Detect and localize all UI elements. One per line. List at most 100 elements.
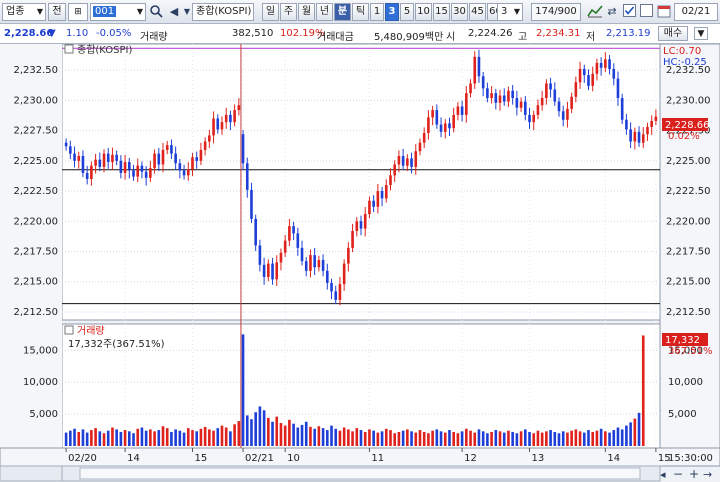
price-info-bar: 2,228.66 ▼ 1.10 -0.05% 거래량 382,510 102.1…: [0, 24, 720, 44]
candle-body: [229, 114, 232, 123]
period-tab[interactable]: 분: [334, 3, 351, 21]
y-tick-label: 2,212.50: [666, 307, 711, 318]
candle-body: [599, 62, 603, 68]
candle-body: [347, 247, 350, 264]
period-tab[interactable]: 일: [262, 3, 279, 21]
period-tab[interactable]: 틱: [352, 3, 369, 21]
scroll-left-icon[interactable]: ◂: [660, 468, 666, 481]
volume-bar: [212, 430, 215, 446]
candle-body: [654, 116, 658, 121]
candle-body: [637, 131, 641, 143]
hc-label: HC:-0.25: [663, 57, 707, 68]
period-tab[interactable]: 년: [316, 3, 333, 21]
panel-toggle-icon[interactable]: [64, 44, 74, 54]
volume-bar: [629, 422, 632, 446]
interval-tab[interactable]: 45: [469, 3, 486, 21]
candle-body: [191, 157, 194, 170]
checkbox-icon[interactable]: [621, 4, 637, 20]
scroll-start-area[interactable]: [0, 465, 63, 482]
interval-value: 3: [501, 6, 508, 17]
buy-button[interactable]: 매수: [658, 26, 688, 41]
calendar-icon[interactable]: [656, 4, 672, 20]
volume-bar: [528, 431, 531, 446]
y-tick-label: 2,225.00: [666, 156, 711, 167]
zoom-in-icon[interactable]: +: [689, 467, 699, 481]
candle-body: [115, 154, 118, 161]
high-value: 2,234.31: [536, 28, 581, 39]
x-tick-label: 12: [464, 453, 477, 464]
x-tick-label: 02/20: [68, 453, 97, 464]
volume-bar: [73, 428, 76, 446]
grid-icon[interactable]: ⊞: [68, 3, 88, 21]
checkbox-icon[interactable]: [638, 4, 654, 20]
code-input[interactable]: 001 ▼: [90, 3, 146, 21]
interval-tab[interactable]: 1: [370, 3, 384, 21]
interval-tab[interactable]: 3: [385, 3, 399, 21]
interval-select[interactable]: 3 ▼: [497, 3, 523, 21]
volume-bar: [296, 427, 300, 446]
high-label: 고: [518, 32, 528, 43]
chart-tools-icon[interactable]: [587, 4, 603, 20]
market-mode-button[interactable]: 전: [48, 3, 66, 21]
panel-toggle-icon[interactable]: [64, 325, 74, 335]
candle-body: [170, 145, 173, 154]
interval-tab[interactable]: 30: [451, 3, 468, 21]
date-field[interactable]: 02/21: [674, 3, 718, 21]
candle-body: [338, 284, 342, 300]
scrollbar-thumb[interactable]: [79, 467, 641, 480]
candle-body: [473, 56, 477, 84]
zoom-out-icon[interactable]: −: [673, 467, 683, 481]
volume-bar: [241, 334, 245, 446]
interval-tab[interactable]: 15: [433, 3, 450, 21]
amount-value: 5,480,909백만: [374, 32, 444, 43]
candle-body: [283, 240, 287, 253]
candle-body: [85, 172, 89, 179]
volume-bar: [106, 430, 110, 446]
volume-bar: [178, 430, 182, 446]
volume-panel-title: 거래량: [77, 325, 105, 337]
candle-body: [519, 101, 523, 108]
volume-bar: [283, 425, 287, 446]
volume-bar: [271, 421, 274, 446]
volume-bar: [519, 431, 523, 446]
candle-body: [250, 189, 253, 219]
candle-body: [595, 62, 599, 74]
candle-body: [384, 185, 388, 199]
candle-body: [313, 255, 316, 268]
volume-bar: [123, 430, 127, 446]
interval-tab[interactable]: 10: [415, 3, 432, 21]
market-select[interactable]: 업종 ▼: [2, 3, 46, 21]
candle-body: [397, 156, 401, 165]
candle-body: [443, 123, 447, 132]
chart-tools-icon[interactable]: ⇄: [604, 4, 620, 20]
y-tick-label: 10,000: [668, 377, 703, 388]
candle-body: [98, 159, 102, 167]
interval-tab[interactable]: 5: [400, 3, 414, 21]
candle-body: [507, 90, 510, 102]
volume-bar: [641, 335, 645, 446]
period-tab[interactable]: 주: [280, 3, 297, 21]
volume-value-text: 17,332주(367.51%): [68, 339, 165, 350]
volume-bar: [595, 430, 599, 446]
amount-label: 거래대금: [317, 32, 354, 43]
chevron-down-icon[interactable]: ▼: [694, 27, 708, 40]
candlestick-chart[interactable]: 2,232.50 2,232.502,230.00 2,230.002,227.50…: [0, 43, 720, 482]
volume-bar: [625, 425, 628, 446]
arrow-right-icon[interactable]: →: [703, 468, 712, 481]
period-tab[interactable]: 월: [298, 3, 315, 21]
candle-body: [317, 259, 321, 268]
candle-body: [102, 153, 106, 167]
volume-bar: [115, 429, 118, 446]
volume-bar: [574, 429, 578, 446]
low-value: 2,213.19: [606, 28, 651, 39]
volume-value: 382,510: [232, 28, 274, 39]
market-label: 업종: [6, 6, 25, 17]
search-icon[interactable]: [148, 4, 164, 20]
candle-body: [566, 108, 569, 120]
chevron-down-icon: ▼: [36, 7, 43, 16]
volume-bar: [351, 431, 354, 446]
chart-area: 2,232.50 2,232.50 2,230.00 2,230.00 2,227.50…: [0, 43, 720, 482]
volume-bar: [81, 429, 85, 446]
volume-bar: [448, 430, 451, 446]
candle-body: [178, 163, 182, 171]
